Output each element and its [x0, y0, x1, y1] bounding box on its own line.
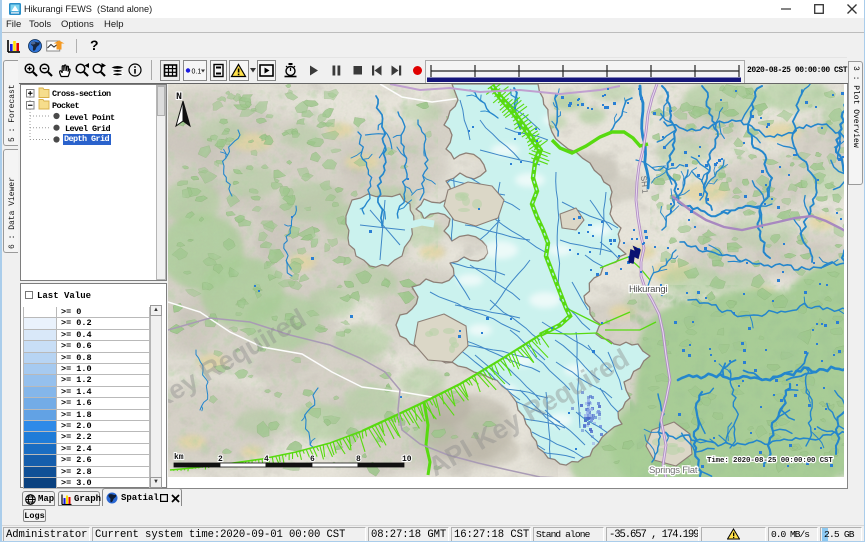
- svg-text:Springs Flat: Springs Flat: [649, 465, 698, 476]
- svg-text:SH 1: SH 1: [639, 175, 650, 194]
- svg-text:Hikurangi: Hikurangi: [629, 284, 667, 295]
- svg-text:Time: 2020-08-25 00:00:00 CST: Time: 2020-08-25 00:00:00 CST: [707, 457, 833, 465]
- svg-text:N: N: [176, 92, 182, 103]
- svg-text:0.1: 0.1: [192, 69, 202, 76]
- svg-text:km: km: [174, 453, 184, 462]
